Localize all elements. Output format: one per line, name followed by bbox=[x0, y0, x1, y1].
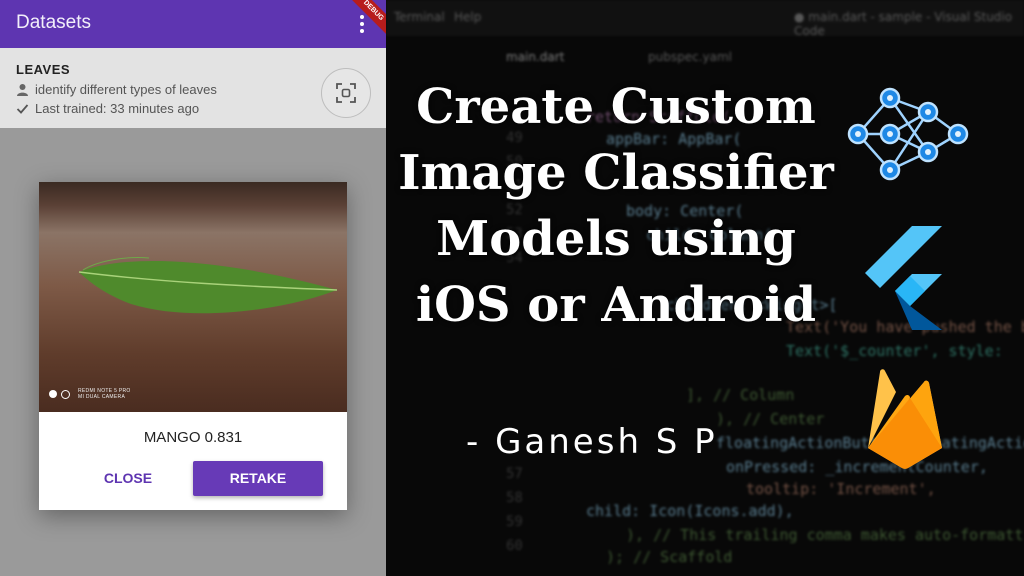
headline-line: Image Classifier bbox=[398, 145, 834, 201]
headline-line: Create Custom bbox=[416, 79, 816, 135]
firebase-logo-icon bbox=[868, 369, 942, 469]
phone-screenshot: Datasets DEBUG LEAVES identify different… bbox=[0, 0, 386, 576]
dataset-description: identify different types of leaves bbox=[35, 82, 217, 97]
author-credit: - Ganesh S P bbox=[466, 422, 718, 462]
dataset-description-row: identify different types of leaves bbox=[16, 82, 217, 97]
headline-line: Models using bbox=[436, 211, 796, 267]
scan-icon bbox=[336, 83, 356, 103]
leaf-photo: REDMI NOTE 5 PRO MI DUAL CAMERA bbox=[39, 182, 347, 412]
close-button[interactable]: CLOSE bbox=[97, 461, 159, 495]
person-icon bbox=[17, 84, 28, 96]
leaf-illustration bbox=[78, 257, 338, 314]
thumbnail-headline: Create Custom Image Classifier Models us… bbox=[386, 74, 846, 338]
scan-button[interactable] bbox=[321, 68, 371, 118]
last-trained-row: Last trained: 33 minutes ago bbox=[16, 101, 199, 116]
prediction-dialog: REDMI NOTE 5 PRO MI DUAL CAMERA MANGO 0.… bbox=[39, 182, 347, 510]
camera-watermark: REDMI NOTE 5 PRO MI DUAL CAMERA bbox=[49, 388, 131, 400]
app-title: Datasets bbox=[16, 12, 91, 33]
flutter-logo-icon bbox=[865, 226, 942, 330]
app-bar: Datasets DEBUG bbox=[0, 0, 386, 48]
neural-network-icon bbox=[847, 87, 969, 181]
check-icon bbox=[16, 104, 29, 114]
dataset-name: LEAVES bbox=[16, 62, 71, 77]
prediction-result: MANGO 0.831 bbox=[143, 429, 243, 446]
last-trained-text: Last trained: 33 minutes ago bbox=[35, 101, 200, 116]
dataset-card[interactable]: LEAVES identify different types of leave… bbox=[0, 48, 386, 129]
headline-line: iOS or Android bbox=[415, 277, 817, 333]
thumbnail-panel: Terminal Help ● main.dart - sample - Vis… bbox=[386, 0, 1024, 576]
retake-button[interactable]: RETAKE bbox=[193, 461, 323, 496]
